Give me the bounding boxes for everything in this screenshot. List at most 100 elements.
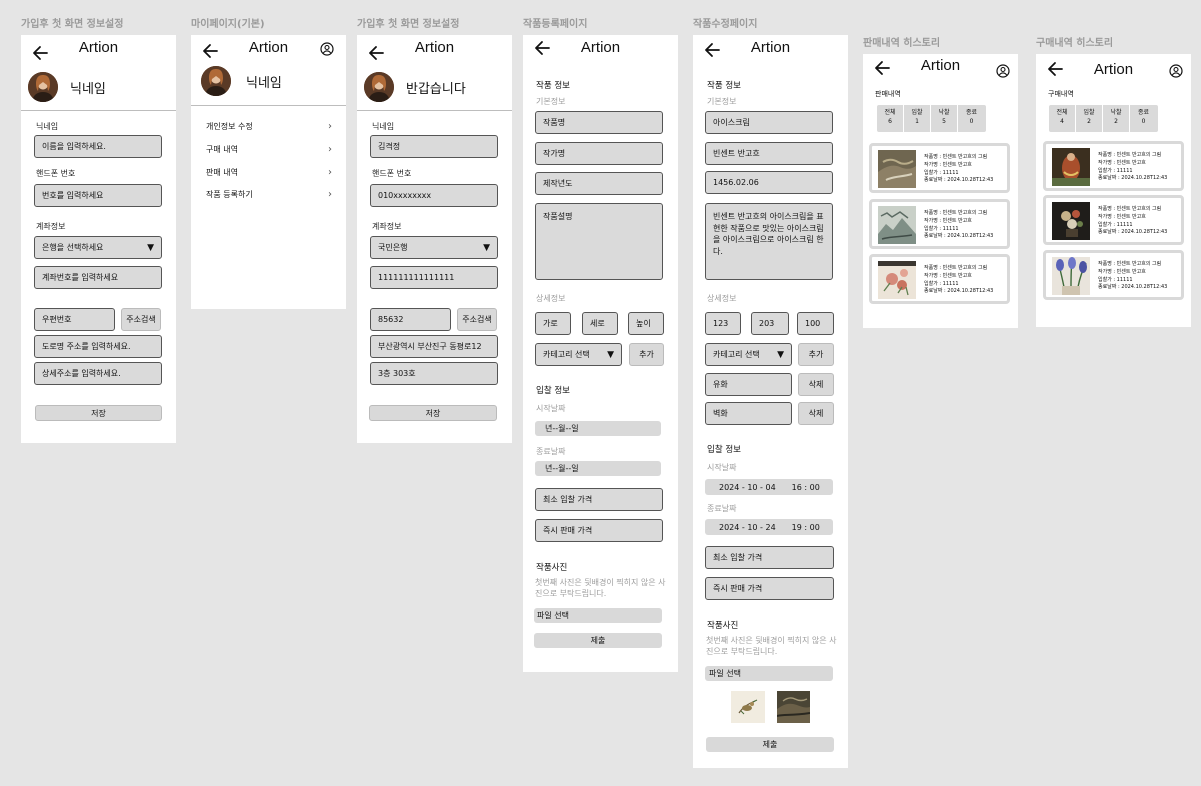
depth-input[interactable]: 100: [797, 312, 834, 335]
item-artist: 작가명 : 빈센트 반고흐: [924, 161, 972, 168]
account-number-input[interactable]: 계좌번호를 입력하세요: [34, 266, 162, 289]
purchase-item-card[interactable]: 작품명 : 빈센트 반고흐의 그림 작가명 : 빈센트 반고흐 입찰가 : 11…: [1043, 195, 1184, 245]
nickname-display: 닉네임: [70, 82, 106, 97]
sale-item-card[interactable]: 작품명 : 빈센트 반고흐의 그림 작가명 : 빈센트 반고흐 입찰가 : 11…: [869, 254, 1010, 304]
end-date-input[interactable]: 년--월--일: [535, 461, 661, 476]
file-select-button[interactable]: 파일 선택: [534, 608, 662, 623]
stat-won[interactable]: 낙찰 5: [931, 105, 958, 132]
divider: [191, 105, 346, 106]
item-end-date: 종료날짜 : 2024.10.28T12:43: [1098, 175, 1168, 182]
triangle-down-icon: ▼: [147, 242, 154, 253]
road-address-input[interactable]: 도로명 주소를 입력하세요.: [34, 335, 162, 358]
category-select-value: 카테고리 선택: [713, 350, 760, 359]
stat-count: 5: [942, 117, 946, 125]
artwork-info-title: 작품 정보: [536, 81, 570, 91]
file-select-button[interactable]: 파일 선택: [705, 666, 833, 681]
category-select[interactable]: 카테고리 선택 ▼: [535, 343, 622, 366]
nickname-label: 닉네임: [372, 122, 395, 131]
avatar[interactable]: [364, 72, 394, 102]
end-datetime-input[interactable]: 2024 - 10 - 24 19 : 00: [705, 519, 833, 535]
width-input[interactable]: 가로: [535, 312, 571, 335]
depth-input[interactable]: 높이: [628, 312, 664, 335]
save-button[interactable]: 저장: [35, 405, 162, 421]
description-textarea[interactable]: 작품설명: [535, 203, 663, 280]
sale-item-card[interactable]: 작품명 : 빈센트 반고흐의 그림 작가명 : 빈센트 반고흐 입찰가 : 11…: [869, 143, 1010, 193]
user-circle-icon[interactable]: [320, 42, 334, 56]
bank-select[interactable]: 국민은행 ▼: [370, 236, 498, 259]
avatar[interactable]: [28, 72, 58, 102]
zipcode-input[interactable]: 85632: [370, 308, 451, 331]
purchases-subtitle: 구매내역: [1048, 90, 1074, 98]
min-bid-input[interactable]: 최소 입찰 가격: [705, 546, 834, 569]
stat-total[interactable]: 전체 6: [877, 105, 904, 132]
stat-count: 4: [1060, 117, 1064, 125]
start-date-input[interactable]: 년--월--일: [535, 421, 661, 436]
year-input[interactable]: 1456.02.06: [705, 171, 833, 194]
purchase-stats: 전체 4 입찰 2 낙찰 2 종료 0: [1049, 105, 1158, 132]
stat-count: 0: [1141, 117, 1146, 125]
artwork-edit-screen: Artion 작품 정보 기본정보 아이스크림 빈센트 반고흐 1456.02.…: [693, 35, 848, 768]
user-circle-icon[interactable]: [996, 64, 1010, 78]
purchase-item-card[interactable]: 작품명 : 빈센트 반고흐의 그림 작가명 : 빈센트 반고흐 입찰가 : 11…: [1043, 141, 1184, 191]
purchase-item-card[interactable]: 작품명 : 빈센트 반고흐의 그림 작가명 : 빈센트 반고흐 입찰가 : 11…: [1043, 250, 1184, 300]
detail-address-input[interactable]: 상세주소를 입력하세요.: [34, 362, 162, 385]
title-input[interactable]: 아이스크림: [705, 111, 833, 134]
bank-select[interactable]: 은행을 선택하세요 ▼: [34, 236, 162, 259]
sale-item-card[interactable]: 작품명 : 빈센트 반고흐의 그림 작가명 : 빈센트 반고흐 입찰가 : 11…: [869, 199, 1010, 249]
menu-item-register-artwork[interactable]: 작품 등록하기 ›: [206, 189, 332, 200]
artist-input[interactable]: 작가명: [535, 142, 663, 165]
submit-button[interactable]: 제출: [534, 633, 662, 648]
title-input[interactable]: 작품명: [535, 111, 663, 134]
menu-item-sales[interactable]: 판매 내역 ›: [206, 167, 332, 178]
height-input[interactable]: 203: [751, 312, 789, 335]
triangle-down-icon: ▼: [607, 349, 614, 360]
buy-now-input[interactable]: 즉시 판매 가격: [535, 519, 663, 542]
min-bid-input[interactable]: 최소 입찰 가격: [535, 488, 663, 511]
stat-label: 전체: [1056, 109, 1068, 116]
account-number-input[interactable]: 111111111111111: [370, 266, 498, 289]
stat-bidding[interactable]: 입찰 1: [904, 105, 931, 132]
nickname-input[interactable]: 이름을 입력하세요.: [34, 135, 162, 158]
start-datetime-input[interactable]: 2024 - 10 - 04 16 : 00: [705, 479, 833, 495]
stat-won[interactable]: 낙찰 2: [1103, 105, 1130, 132]
item-title: 작품명 : 빈센트 반고흐의 그림: [1098, 206, 1162, 212]
road-address-input[interactable]: 부산광역시 부산진구 동평로12: [370, 335, 498, 358]
year-input[interactable]: 제작년도: [535, 172, 663, 195]
avatar[interactable]: [201, 66, 231, 96]
stat-total[interactable]: 전체 4: [1049, 105, 1076, 132]
add-category-button[interactable]: 추가: [798, 343, 834, 366]
zipcode-input[interactable]: 우편번호: [34, 308, 115, 331]
artist-input[interactable]: 빈센트 반고흐: [705, 142, 833, 165]
user-circle-icon[interactable]: [1169, 64, 1183, 78]
frame-caption-edit: 작품수정페이지: [693, 19, 758, 30]
add-category-button[interactable]: 추가: [629, 343, 664, 366]
bank-select-value: 은행을 선택하세요: [42, 243, 104, 252]
phone-input[interactable]: 번호를 입력하세요: [34, 184, 162, 207]
menu-item-edit-profile[interactable]: 개인정보 수정 ›: [206, 121, 332, 132]
menu-label: 구매 내역: [206, 145, 238, 154]
submit-button[interactable]: 제출: [706, 737, 834, 752]
stat-bidding[interactable]: 입찰 2: [1076, 105, 1103, 132]
stat-ended[interactable]: 종료 0: [958, 105, 985, 132]
address-search-button[interactable]: 주소검색: [457, 308, 497, 331]
phone-input[interactable]: 010xxxxxxxx: [370, 184, 498, 207]
category-select[interactable]: 카테고리 선택 ▼: [705, 343, 792, 366]
detail-address-input[interactable]: 3층 303호: [370, 362, 498, 385]
stat-ended[interactable]: 종료 0: [1130, 105, 1157, 132]
address-search-button[interactable]: 주소검색: [121, 308, 161, 331]
height-input[interactable]: 세로: [582, 312, 618, 335]
delete-tag-button[interactable]: 삭제: [798, 402, 834, 425]
save-button[interactable]: 저장: [369, 405, 497, 421]
delete-tag-button[interactable]: 삭제: [798, 373, 834, 396]
uploaded-photo-thumbnail[interactable]: [777, 691, 810, 723]
width-input[interactable]: 123: [705, 312, 741, 335]
basic-info-label: 기본정보: [707, 97, 737, 106]
nickname-input[interactable]: 김격정: [370, 135, 498, 158]
description-textarea[interactable]: 빈센트 반고흐의 아이스크림을 표현한 작품으로 맛있는 아이스크림을 아이스크…: [705, 203, 833, 280]
item-info: 작품명 : 빈센트 반고흐의 그림 작가명 : 빈센트 반고흐 입찰가 : 11…: [924, 210, 993, 241]
menu-item-purchases[interactable]: 구매 내역 ›: [206, 144, 332, 155]
buy-now-input[interactable]: 즉시 판매 가격: [705, 577, 834, 600]
stat-label: 낙찰: [938, 109, 950, 116]
uploaded-photo-thumbnail[interactable]: [731, 691, 765, 723]
start-date-label: 시작날짜: [707, 463, 737, 472]
